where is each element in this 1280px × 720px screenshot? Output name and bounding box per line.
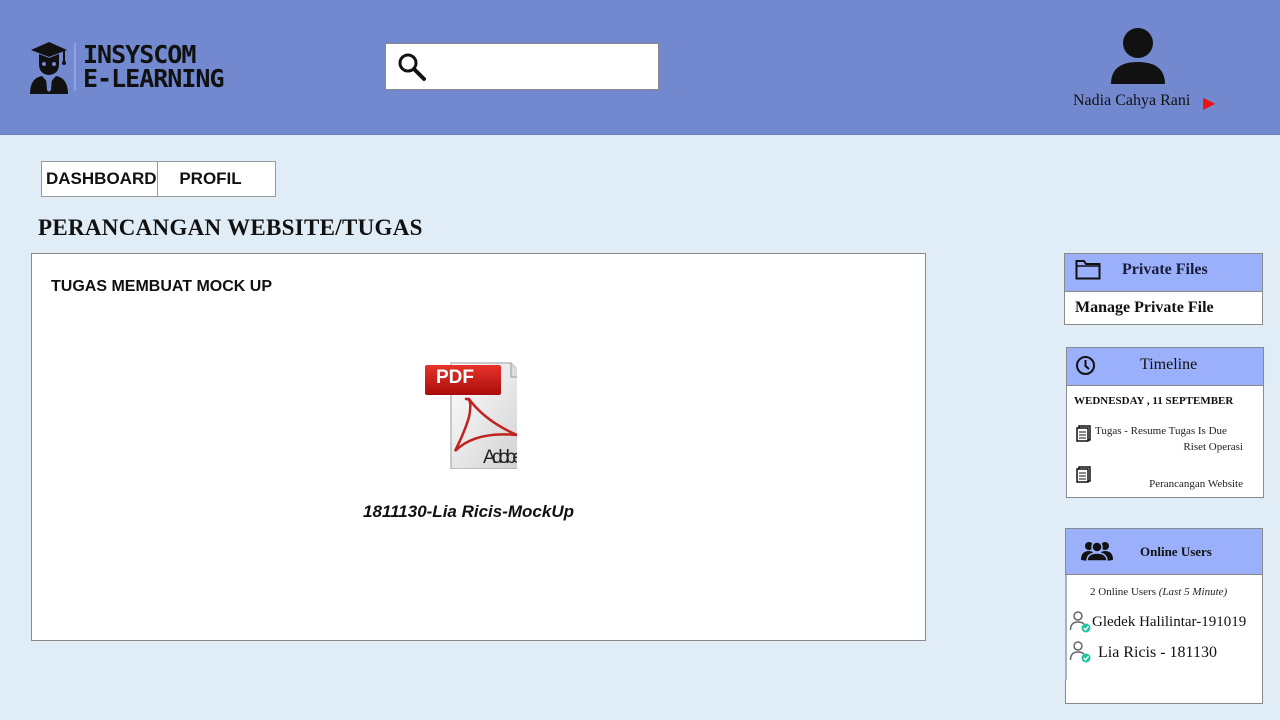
folder-icon [1075,260,1101,280]
private-files-header: Private Files [1065,254,1262,292]
search-box[interactable] [385,43,659,90]
assignment-card: TUGAS MEMBUAT MOCK UP Adobe PDF 1811130-… [31,253,926,641]
manage-private-file-link[interactable]: Manage Private File [1075,299,1214,317]
timeline-event[interactable]: Perancangan Website [1095,478,1243,490]
online-user-name[interactable]: Lia Ricis - 181130 [1098,644,1217,662]
online-users-panel: Online Users 2 Online Users (Last 5 Minu… [1065,528,1263,704]
page-title: PERANCANGAN WEBSITE/TUGAS [38,215,423,240]
pdf-file-icon[interactable]: Adobe PDF [425,361,517,469]
online-users-title: Online Users [1140,544,1212,559]
users-group-icon [1081,541,1113,562]
online-users-count: 2 Online Users (Last 5 Minute) [1090,586,1227,598]
app-header: INSYSCOM E-LEARNING Nadia Cahya Rani ▶ [0,0,1280,135]
pdf-brand-label: Adobe [483,447,517,468]
private-files-title: Private Files [1122,261,1208,278]
logo-text: INSYSCOM E-LEARNING [83,42,225,93]
tab-dashboard[interactable]: DASHBOARD [42,162,158,196]
logo-line2: E-LEARNING [83,64,225,93]
main-nav: DASHBOARD PROFIL [41,161,276,197]
online-user-icon [1069,641,1091,663]
graduate-icon [30,42,68,94]
timeline-title: Timeline [1140,356,1198,373]
timeline-panel: Timeline WEDNESDAY , 11 SEPTEMBER Tugas … [1066,347,1264,498]
pdf-badge: PDF [436,367,474,388]
triangle-right-icon[interactable]: ▶ [1203,93,1215,112]
clock-icon [1076,356,1095,375]
online-users-header: Online Users [1066,529,1262,575]
online-user-icon [1069,611,1091,633]
timeline-event-line2: Riset Operasi [1183,441,1243,453]
timeline-date: WEDNESDAY , 11 SEPTEMBER [1074,395,1234,407]
user-silhouette-icon[interactable] [1108,26,1168,88]
timeline-header: Timeline [1067,348,1263,386]
search-input[interactable] [436,52,646,82]
logo-divider [74,43,76,91]
timeline-event[interactable]: Tugas - Resume Tugas Is Due Riset Operas… [1095,423,1243,455]
file-name[interactable]: 1811130-Lia Ricis-MockUp [32,502,927,522]
panel-divider [1065,575,1067,680]
user-name[interactable]: Nadia Cahya Rani [1073,92,1190,110]
timeline-event-line1: Tugas - Resume Tugas Is Due [1095,425,1227,437]
document-icon [1076,425,1091,442]
online-users-count-text: 2 Online Users [1090,586,1156,598]
task-title: TUGAS MEMBUAT MOCK UP [51,278,273,295]
logo[interactable]: INSYSCOM E-LEARNING [28,38,228,96]
online-users-count-note: (Last 5 Minute) [1158,586,1228,598]
search-icon[interactable] [397,52,427,82]
tab-profil[interactable]: PROFIL [158,162,275,196]
private-files-panel: Private Files Manage Private File [1064,253,1263,325]
online-user-name[interactable]: Gledek Halilintar-191019 [1092,614,1246,631]
document-icon [1076,466,1091,483]
